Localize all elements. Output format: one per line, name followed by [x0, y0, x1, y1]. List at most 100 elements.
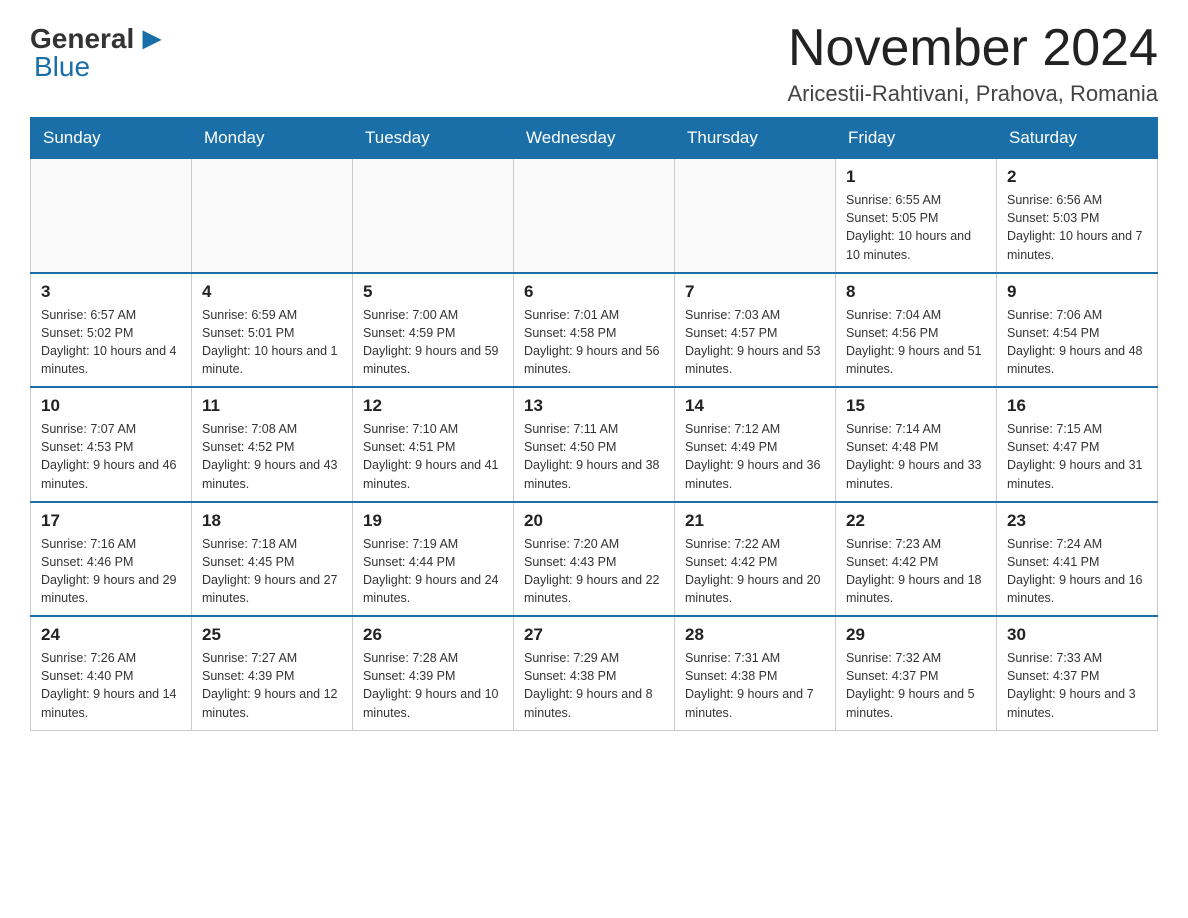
day-number: 3: [41, 282, 181, 302]
calendar-header-row: Sunday Monday Tuesday Wednesday Thursday…: [31, 118, 1158, 159]
day-info: Sunrise: 7:18 AMSunset: 4:45 PMDaylight:…: [202, 535, 342, 608]
day-number: 29: [846, 625, 986, 645]
day-number: 15: [846, 396, 986, 416]
table-row: [514, 159, 675, 273]
title-block: November 2024 Aricestii-Rahtivani, Praho…: [788, 20, 1159, 107]
table-row: 25 Sunrise: 7:27 AMSunset: 4:39 PMDayligh…: [192, 616, 353, 730]
table-row: 7Sunrise: 7:03 AMSunset: 4:57 PMDaylight…: [675, 273, 836, 388]
day-info: Sunrise: 6:55 AMSunset: 5:05 PMDaylight:…: [846, 191, 986, 264]
table-row: 16 Sunrise: 7:15 AMSunset: 4:47 PMDayligh…: [997, 387, 1158, 502]
logo-general-text: General: [30, 23, 134, 55]
table-row: 15 Sunrise: 7:14 AMSunset: 4:48 PMDayligh…: [836, 387, 997, 502]
day-number: 16: [1007, 396, 1147, 416]
table-row: 22Sunrise: 7:23 AMSunset: 4:42 PMDayligh…: [836, 502, 997, 617]
day-number: 13: [524, 396, 664, 416]
day-number: 20: [524, 511, 664, 531]
table-row: 12Sunrise: 7:10 AMSunset: 4:51 PMDayligh…: [353, 387, 514, 502]
table-row: 21Sunrise: 7:22 AMSunset: 4:42 PMDayligh…: [675, 502, 836, 617]
table-row: 11 Sunrise: 7:08 AMSunset: 4:52 PMDayligh…: [192, 387, 353, 502]
table-row: 5 Sunrise: 7:00 AMSunset: 4:59 PMDaylight…: [353, 273, 514, 388]
day-number: 30: [1007, 625, 1147, 645]
day-info: Sunrise: 7:01 AMSunset: 4:58 PMDaylight:…: [524, 306, 664, 379]
day-info: Sunrise: 6:56 AMSunset: 5:03 PMDaylight:…: [1007, 191, 1147, 264]
table-row: 14Sunrise: 7:12 AMSunset: 4:49 PMDayligh…: [675, 387, 836, 502]
table-row: 3 Sunrise: 6:57 AMSunset: 5:02 PMDaylight…: [31, 273, 192, 388]
day-number: 22: [846, 511, 986, 531]
table-row: 23Sunrise: 7:24 AMSunset: 4:41 PMDayligh…: [997, 502, 1158, 617]
day-info: Sunrise: 7:16 AMSunset: 4:46 PMDaylight:…: [41, 535, 181, 608]
day-number: 4: [202, 282, 342, 302]
table-row: [192, 159, 353, 273]
day-number: 10: [41, 396, 181, 416]
day-info: Sunrise: 7:26 AMSunset: 4:40 PMDaylight:…: [41, 649, 181, 722]
day-info: Sunrise: 7:29 AMSunset: 4:38 PMDaylight:…: [524, 649, 664, 722]
month-title: November 2024: [788, 20, 1159, 77]
calendar-week-row: 10Sunrise: 7:07 AMSunset: 4:53 PMDayligh…: [31, 387, 1158, 502]
table-row: 19 Sunrise: 7:19 AMSunset: 4:44 PMDayligh…: [353, 502, 514, 617]
day-info: Sunrise: 7:22 AMSunset: 4:42 PMDaylight:…: [685, 535, 825, 608]
table-row: 27 Sunrise: 7:29 AMSunset: 4:38 PMDayligh…: [514, 616, 675, 730]
header-monday: Monday: [192, 118, 353, 159]
table-row: [31, 159, 192, 273]
day-number: 11: [202, 396, 342, 416]
day-number: 2: [1007, 167, 1147, 187]
day-info: Sunrise: 7:31 AMSunset: 4:38 PMDaylight:…: [685, 649, 825, 722]
day-number: 9: [1007, 282, 1147, 302]
day-info: Sunrise: 7:10 AMSunset: 4:51 PMDaylight:…: [363, 420, 503, 493]
day-info: Sunrise: 7:32 AMSunset: 4:37 PMDaylight:…: [846, 649, 986, 722]
table-row: 2 Sunrise: 6:56 AMSunset: 5:03 PMDaylight…: [997, 159, 1158, 273]
header-saturday: Saturday: [997, 118, 1158, 159]
table-row: 28 Sunrise: 7:31 AMSunset: 4:38 PMDayligh…: [675, 616, 836, 730]
day-info: Sunrise: 7:03 AMSunset: 4:57 PMDaylight:…: [685, 306, 825, 379]
day-number: 19: [363, 511, 503, 531]
day-info: Sunrise: 6:57 AMSunset: 5:02 PMDaylight:…: [41, 306, 181, 379]
day-info: Sunrise: 7:33 AMSunset: 4:37 PMDaylight:…: [1007, 649, 1147, 722]
table-row: 4Sunrise: 6:59 AMSunset: 5:01 PMDaylight…: [192, 273, 353, 388]
day-number: 1: [846, 167, 986, 187]
day-info: Sunrise: 7:27 AMSunset: 4:39 PMDaylight:…: [202, 649, 342, 722]
calendar-week-row: 1 Sunrise: 6:55 AMSunset: 5:05 PMDaylight…: [31, 159, 1158, 273]
logo-blue-text: Blue: [34, 51, 90, 83]
page-header: General ► Blue November 2024 Aricestii-R…: [30, 20, 1158, 107]
header-sunday: Sunday: [31, 118, 192, 159]
calendar-week-row: 17 Sunrise: 7:16 AMSunset: 4:46 PMDayligh…: [31, 502, 1158, 617]
day-info: Sunrise: 7:00 AMSunset: 4:59 PMDaylight:…: [363, 306, 503, 379]
day-info: Sunrise: 7:20 AMSunset: 4:43 PMDaylight:…: [524, 535, 664, 608]
table-row: 18 Sunrise: 7:18 AMSunset: 4:45 PMDayligh…: [192, 502, 353, 617]
day-info: Sunrise: 7:04 AMSunset: 4:56 PMDaylight:…: [846, 306, 986, 379]
day-info: Sunrise: 7:19 AMSunset: 4:44 PMDaylight:…: [363, 535, 503, 608]
table-row: [675, 159, 836, 273]
day-number: 8: [846, 282, 986, 302]
table-row: 20 Sunrise: 7:20 AMSunset: 4:43 PMDayligh…: [514, 502, 675, 617]
location-title: Aricestii-Rahtivani, Prahova, Romania: [788, 81, 1159, 107]
table-row: [353, 159, 514, 273]
table-row: 24 Sunrise: 7:26 AMSunset: 4:40 PMDayligh…: [31, 616, 192, 730]
day-number: 27: [524, 625, 664, 645]
day-number: 24: [41, 625, 181, 645]
logo: General ► Blue: [30, 20, 168, 83]
table-row: 10Sunrise: 7:07 AMSunset: 4:53 PMDayligh…: [31, 387, 192, 502]
table-row: 30 Sunrise: 7:33 AMSunset: 4:37 PMDayligh…: [997, 616, 1158, 730]
header-friday: Friday: [836, 118, 997, 159]
day-info: Sunrise: 7:08 AMSunset: 4:52 PMDaylight:…: [202, 420, 342, 493]
day-number: 28: [685, 625, 825, 645]
day-info: Sunrise: 7:14 AMSunset: 4:48 PMDaylight:…: [846, 420, 986, 493]
logo-arrow-icon: ►: [136, 20, 168, 57]
table-row: 13Sunrise: 7:11 AMSunset: 4:50 PMDayligh…: [514, 387, 675, 502]
day-number: 26: [363, 625, 503, 645]
day-number: 5: [363, 282, 503, 302]
day-info: Sunrise: 7:15 AMSunset: 4:47 PMDaylight:…: [1007, 420, 1147, 493]
calendar-week-row: 24 Sunrise: 7:26 AMSunset: 4:40 PMDayligh…: [31, 616, 1158, 730]
calendar-week-row: 3 Sunrise: 6:57 AMSunset: 5:02 PMDaylight…: [31, 273, 1158, 388]
calendar-table: Sunday Monday Tuesday Wednesday Thursday…: [30, 117, 1158, 731]
table-row: 29 Sunrise: 7:32 AMSunset: 4:37 PMDayligh…: [836, 616, 997, 730]
day-info: Sunrise: 7:28 AMSunset: 4:39 PMDaylight:…: [363, 649, 503, 722]
table-row: 1 Sunrise: 6:55 AMSunset: 5:05 PMDaylight…: [836, 159, 997, 273]
day-info: Sunrise: 7:06 AMSunset: 4:54 PMDaylight:…: [1007, 306, 1147, 379]
day-number: 18: [202, 511, 342, 531]
day-number: 25: [202, 625, 342, 645]
table-row: 17 Sunrise: 7:16 AMSunset: 4:46 PMDayligh…: [31, 502, 192, 617]
day-number: 17: [41, 511, 181, 531]
day-info: Sunrise: 7:24 AMSunset: 4:41 PMDaylight:…: [1007, 535, 1147, 608]
table-row: 9 Sunrise: 7:06 AMSunset: 4:54 PMDaylight…: [997, 273, 1158, 388]
